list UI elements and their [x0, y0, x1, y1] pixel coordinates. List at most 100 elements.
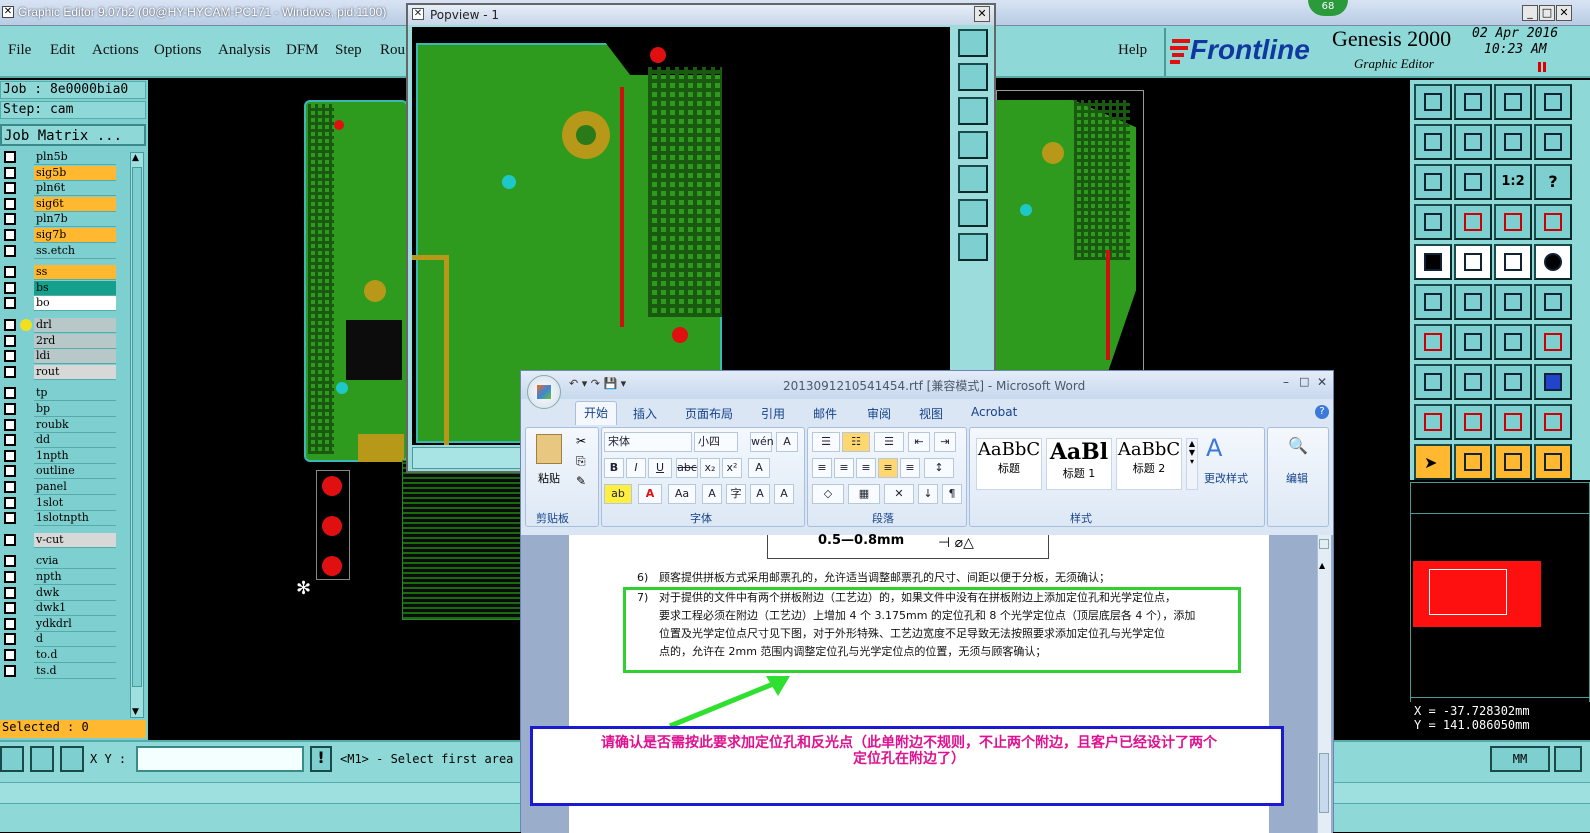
layer-name[interactable]: rout: [34, 364, 116, 380]
layer-checkbox[interactable]: [4, 350, 16, 363]
layer-checkbox[interactable]: [4, 512, 16, 525]
layer-name[interactable]: v-cut: [34, 532, 116, 548]
ribbon-tab-layout[interactable]: 页面布局: [685, 405, 733, 422]
tool-measure-icon[interactable]: [1494, 244, 1532, 280]
numbering-icon[interactable]: ☷: [842, 432, 870, 452]
ribbon-tab-insert[interactable]: 插入: [633, 405, 657, 422]
layer-name[interactable]: ts.d: [34, 663, 116, 679]
layer-row[interactable]: panel: [4, 480, 116, 495]
shading-icon[interactable]: ◇: [812, 484, 844, 504]
layer-row[interactable]: dd: [4, 433, 116, 449]
layer-name[interactable]: bp: [34, 402, 116, 417]
tool-pen-icon[interactable]: [1454, 324, 1492, 360]
layer-name[interactable]: sig6t: [34, 196, 116, 212]
grid-icon[interactable]: [60, 746, 84, 772]
grow-font-icon[interactable]: A: [750, 484, 770, 504]
tool-circle-icon[interactable]: [1534, 244, 1572, 280]
menu-dfm[interactable]: DFM: [286, 42, 319, 59]
layer-name[interactable]: 1slot: [34, 495, 116, 511]
tool-line-icon[interactable]: [1454, 244, 1492, 280]
alert-icon[interactable]: !: [310, 746, 332, 772]
layer-checkbox[interactable]: [4, 586, 16, 599]
layer-row[interactable]: pln6t: [4, 181, 116, 197]
ribbon-tab-view[interactable]: 视图: [919, 405, 943, 422]
edit-label[interactable]: 编辑: [1286, 470, 1308, 486]
char-shading-icon[interactable]: A: [702, 484, 722, 504]
word-maximize-button[interactable]: □: [1299, 375, 1309, 388]
layer-row[interactable]: bp: [4, 402, 116, 417]
popview-tool-icon[interactable]: [958, 165, 988, 193]
layer-name[interactable]: dd: [34, 433, 116, 449]
tool-triangle2-icon[interactable]: [1454, 404, 1492, 440]
show-marks-icon[interactable]: ¶: [942, 484, 962, 504]
tool-window-icon[interactable]: [1534, 84, 1572, 120]
xy-input[interactable]: [136, 746, 304, 772]
tool-box-icon[interactable]: [1494, 364, 1532, 400]
tool-point-icon[interactable]: [1494, 284, 1532, 320]
menu-help[interactable]: Help: [1118, 42, 1147, 59]
layer-row[interactable]: bs: [4, 280, 116, 296]
layer-checkbox[interactable]: [4, 617, 16, 630]
layer-row[interactable]: pln7b: [4, 212, 116, 228]
layer-name[interactable]: pln5b: [34, 150, 116, 165]
popview-tool-icon[interactable]: [958, 97, 988, 125]
job-matrix-button[interactable]: Job Matrix ...: [0, 124, 146, 146]
enclose-char-icon[interactable]: 字: [726, 484, 746, 504]
tool-bracket-icon[interactable]: [1534, 324, 1572, 360]
tool-ruler-icon[interactable]: [1414, 204, 1452, 240]
tool-slash-icon[interactable]: [1414, 324, 1452, 360]
layer-row[interactable]: cvia: [4, 554, 116, 570]
subscript-button[interactable]: x₂: [700, 458, 720, 478]
menu-actions[interactable]: Actions: [92, 42, 139, 59]
font-name-select[interactable]: 宋体: [604, 432, 692, 452]
distribute-icon[interactable]: ≡: [900, 458, 920, 478]
layer-name[interactable]: 1slotnpth: [34, 511, 116, 527]
menu-edit[interactable]: Edit: [50, 42, 75, 59]
layer-row[interactable]: ss.etch: [4, 243, 116, 259]
strikethrough-button[interactable]: abc: [676, 458, 698, 478]
tool-probe-icon[interactable]: [1454, 204, 1492, 240]
layer-checkbox[interactable]: [4, 602, 16, 615]
mode-select-icon[interactable]: [0, 746, 24, 772]
ribbon-tab-home[interactable]: 开始: [575, 401, 617, 425]
mode-angle-icon[interactable]: [30, 746, 54, 772]
tool-pointer4-icon[interactable]: [1534, 444, 1572, 480]
layer-name[interactable]: sig5b: [34, 165, 116, 181]
word-scrollbar-thumb[interactable]: [1319, 753, 1329, 813]
clear-format-icon[interactable]: A: [748, 458, 770, 478]
layer-row[interactable]: tp: [4, 386, 116, 402]
layer-checkbox[interactable]: [4, 297, 16, 310]
font-size-select[interactable]: 小四: [694, 432, 738, 452]
bullets-icon[interactable]: ☰: [812, 432, 840, 452]
popview-tool-icon[interactable]: [958, 63, 988, 91]
popview-tool-icon[interactable]: [958, 199, 988, 227]
layer-name[interactable]: ss.etch: [34, 243, 116, 259]
units-dropdown-icon[interactable]: [1554, 746, 1582, 772]
layer-row[interactable]: ts.d: [4, 663, 116, 679]
multilevel-icon[interactable]: ☰: [874, 432, 904, 452]
layer-name[interactable]: tp: [34, 386, 116, 402]
tool-minus-icon[interactable]: [1454, 364, 1492, 400]
layer-name[interactable]: to.d: [34, 648, 116, 663]
layer-name[interactable]: bo: [34, 296, 116, 312]
help-icon[interactable]: ?: [1315, 405, 1329, 419]
layer-name[interactable]: roubk: [34, 417, 116, 433]
layer-checkbox[interactable]: [4, 403, 16, 415]
layer-row[interactable]: rout: [4, 364, 116, 380]
office-button[interactable]: [527, 375, 561, 409]
tool-snap-icon[interactable]: [1494, 204, 1532, 240]
line-spacing-icon[interactable]: ↕: [924, 458, 954, 478]
decrease-indent-icon[interactable]: ⇤: [908, 432, 930, 452]
styles-scroll[interactable]: ▲ ▼ ▾: [1186, 438, 1198, 490]
tool-snap2-icon[interactable]: [1534, 204, 1572, 240]
layer-row[interactable]: 1npth: [4, 448, 116, 464]
align-right-icon[interactable]: ≡: [856, 458, 876, 478]
layer-checkbox[interactable]: [4, 533, 16, 546]
word-close-button[interactable]: ✕: [1317, 375, 1327, 389]
tool-save-icon[interactable]: [1454, 84, 1492, 120]
layer-row[interactable]: d: [4, 632, 116, 648]
layer-name[interactable]: pln7b: [34, 212, 116, 228]
tool-swap-icon[interactable]: [1494, 124, 1532, 160]
tool-help-icon[interactable]: ?: [1534, 164, 1572, 200]
layer-row[interactable]: ss: [4, 265, 116, 281]
